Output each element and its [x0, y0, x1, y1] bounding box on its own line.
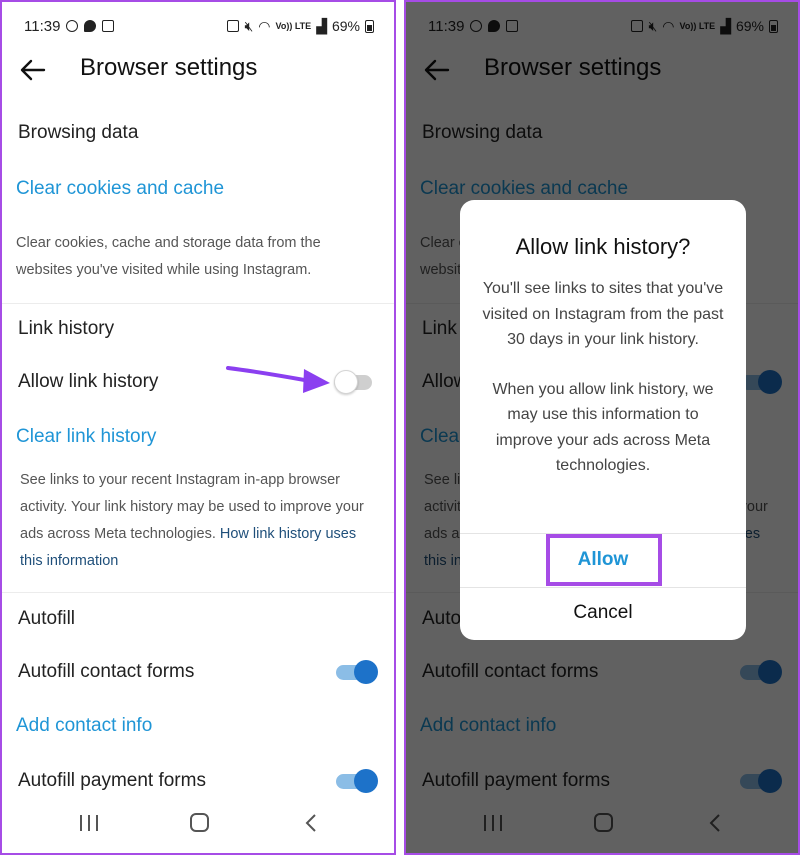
whatsapp-icon [66, 20, 79, 32]
toggle-thumb [354, 769, 378, 793]
autofill-contact-toggle[interactable] [336, 660, 378, 684]
annotation-arrow-icon [226, 366, 330, 393]
battery-text: 69% [331, 18, 360, 34]
dialog-body-paragraph: When you allow link history, we may use … [492, 380, 714, 475]
nav-bar [2, 811, 394, 837]
divider [2, 303, 394, 304]
browsing-data-description: Clear cookies, cache and storage data fr… [16, 235, 321, 278]
network-label: Vo)) LTE [275, 20, 312, 31]
arrow-left-icon[interactable] [18, 56, 48, 84]
page-title: Browser settings [80, 54, 258, 81]
section-autofill: Autofill [18, 608, 76, 629]
chevron-left-icon[interactable] [304, 813, 318, 833]
section-browsing-data: Browsing data [18, 122, 139, 143]
sim-icon [227, 20, 240, 32]
phone-right: 11:39 🔇︎ ◠ Vo)) LTE ▟ 69% Browser settin… [404, 0, 800, 855]
allow-button[interactable]: Allow [460, 549, 746, 571]
cancel-button[interactable]: Cancel [460, 602, 746, 624]
dialog-title: Allow link history? [515, 234, 691, 259]
dialog-divider [460, 587, 746, 588]
gallery-icon [102, 20, 115, 32]
battery-icon [365, 19, 374, 33]
dialog-body-paragraph: You'll see links to sites that you've vi… [482, 280, 724, 348]
wifi-icon: ◠ [258, 17, 271, 34]
allow-link-history-label: Allow link history [18, 371, 159, 392]
chat-icon [84, 20, 97, 32]
dialog-body: You'll see links to sites that you've vi… [482, 276, 724, 479]
status-time: 11:39 [24, 17, 61, 35]
phone-left: 11:39 🔇︎ ◠ Vo)) LTE ▟ 69% Browser settin… [0, 0, 396, 855]
autofill-contact-label: Autofill contact forms [18, 661, 195, 682]
autofill-payment-label: Autofill payment forms [18, 770, 206, 791]
link-history-description: See links to your recent Instagram in-ap… [20, 467, 372, 575]
clear-link-history-link[interactable]: Clear link history [16, 426, 156, 448]
header: Browser settings [2, 48, 394, 92]
allow-link-history-toggle[interactable] [334, 370, 376, 394]
mute-icon: 🔇︎ [244, 17, 254, 34]
clear-cookies-link[interactable]: Clear cookies and cache [16, 178, 224, 200]
section-link-history: Link history [18, 318, 115, 339]
add-contact-info-link[interactable]: Add contact info [16, 715, 152, 737]
home-icon[interactable] [190, 813, 209, 832]
allow-link-history-dialog: Allow link history? You'll see links to … [460, 200, 746, 640]
recent-apps-icon[interactable] [80, 815, 98, 831]
signal-icon: ▟ [316, 17, 327, 34]
autofill-payment-toggle[interactable] [336, 769, 378, 793]
toggle-thumb [354, 660, 378, 684]
screenshot-comparison: 11:39 🔇︎ ◠ Vo)) LTE ▟ 69% Browser settin… [0, 0, 800, 855]
divider [2, 592, 394, 593]
status-bar: 11:39 🔇︎ ◠ Vo)) LTE ▟ 69% [24, 16, 374, 36]
